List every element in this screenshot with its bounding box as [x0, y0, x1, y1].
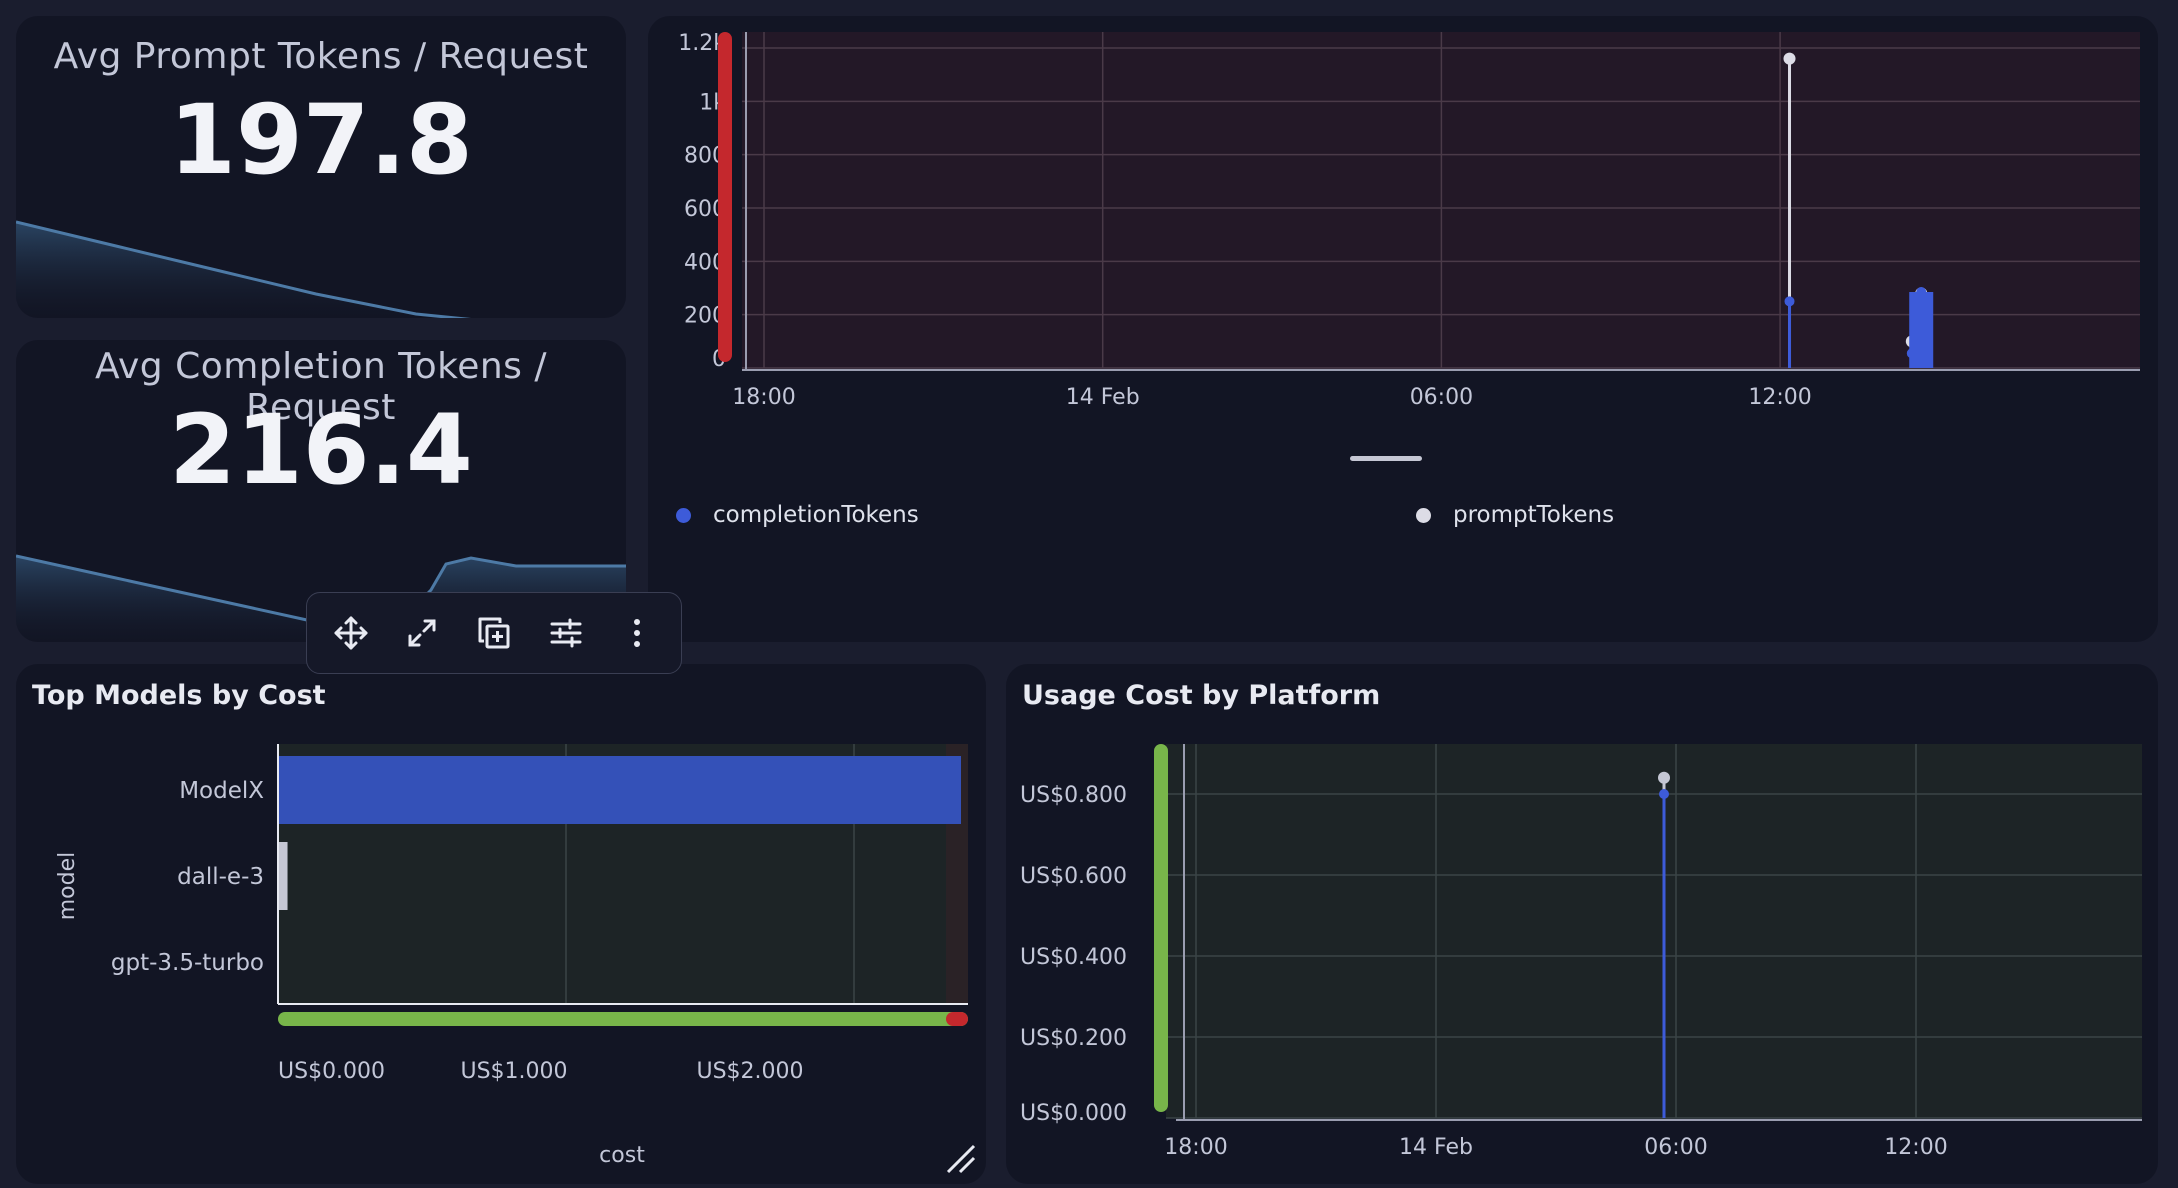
x-tick-label: 06:00 [1410, 385, 1473, 410]
y-tick-label: US$0.400 [1020, 945, 1127, 970]
top-models-tile[interactable]: Top Models by Cost US$0.000 US$1.000 US$2.… [16, 664, 986, 1184]
more-vertical-icon [634, 619, 641, 647]
kpi-completion-value: 216.4 [169, 394, 473, 506]
move-icon [334, 616, 368, 650]
legend-prompt-dot [1416, 507, 1431, 523]
x-tick-label: US$1.000 [460, 1059, 567, 1084]
duplicate-button[interactable] [466, 605, 522, 661]
legend-item-completion[interactable]: completionTokens [676, 502, 919, 528]
top-models-chart[interactable]: US$0.000 US$1.000 US$2.000 ModelX dall-e-3 gp… [16, 664, 986, 1184]
y-tick-label: US$0.200 [1020, 1026, 1127, 1051]
legend-completion-label: completionTokens [713, 502, 919, 528]
cost-bar [279, 756, 961, 824]
prompt-tokens-point [1783, 52, 1796, 65]
expand-icon [408, 619, 436, 647]
cost-point-secondary [1658, 771, 1670, 784]
settings-button[interactable] [538, 605, 594, 661]
x-axis-title: cost [599, 1143, 645, 1168]
y-tick-label: US$0.800 [1020, 783, 1127, 808]
expand-button[interactable] [394, 605, 450, 661]
cost-point [1659, 789, 1669, 799]
x-tick-label: 18:00 [1164, 1135, 1227, 1160]
y-tick-label: US$0.600 [1020, 864, 1127, 889]
usage-cost-chart[interactable]: US$0.000 US$0.200 US$0.400 US$0.600 US$0.800… [1006, 664, 2158, 1184]
kpi-prompt-title: Avg Prompt Tokens / Request [53, 36, 589, 77]
kpi-prompt-value: 197.8 [169, 84, 473, 196]
legend-scroll-handle[interactable] [1350, 456, 1422, 461]
legend-completion-dot [676, 507, 691, 523]
cost-bar [279, 842, 288, 910]
x-tick-label: US$0.000 [278, 1059, 385, 1084]
duplicate-icon [478, 617, 510, 649]
category-label: gpt-3.5-turbo [111, 950, 264, 976]
move-button[interactable] [323, 605, 379, 661]
x-tick-label: 18:00 [732, 385, 795, 410]
y-tick-label: US$0.000 [1020, 1101, 1127, 1126]
kpi-prompt-sparkline [16, 220, 626, 318]
settings-sliders-icon [550, 618, 582, 648]
kpi-prompt-tile[interactable]: Avg Prompt Tokens / Request 197.8 [16, 16, 626, 318]
legend-item-prompt[interactable]: promptTokens [1416, 502, 1614, 528]
tokens-timeseries-tile[interactable]: 0 200 400 600 800 1k 1.2k 18:00 14 Feb 06:00 12:00… [648, 16, 2158, 642]
category-label: dall-e-3 [177, 864, 264, 890]
range-scrollbar-handle [946, 1012, 968, 1026]
plot-background [1166, 744, 2142, 1118]
x-tick-label: US$2.000 [696, 1059, 803, 1084]
resize-icon [946, 1144, 976, 1174]
more-options-button[interactable] [609, 605, 665, 661]
x-tick-label: 14 Feb [1399, 1135, 1473, 1160]
completion-tokens-burst [1909, 292, 1934, 368]
x-tick-label: 14 Feb [1066, 385, 1140, 410]
usage-cost-tile[interactable]: Usage Cost by Platform US$0.000 US$0.200 U… [1006, 664, 2158, 1184]
time-range-marker [1154, 744, 1168, 1112]
time-range-marker [718, 32, 732, 362]
tile-toolbar [306, 592, 682, 674]
legend-prompt-label: promptTokens [1453, 502, 1615, 528]
completion-tokens-point [1784, 296, 1795, 307]
x-tick-label: 06:00 [1644, 1135, 1707, 1160]
tokens-timeseries-chart[interactable]: 02004006008001k1.2k18:00 14 Feb 06:00 12:00 [648, 16, 2158, 436]
y-axis-title: model [55, 852, 80, 921]
category-label: ModelX [179, 778, 264, 804]
x-tick-label: 12:00 [1748, 385, 1811, 410]
resize-handle[interactable] [944, 1142, 978, 1176]
range-scrollbar [278, 1012, 968, 1026]
x-tick-label: 12:00 [1884, 1135, 1947, 1160]
